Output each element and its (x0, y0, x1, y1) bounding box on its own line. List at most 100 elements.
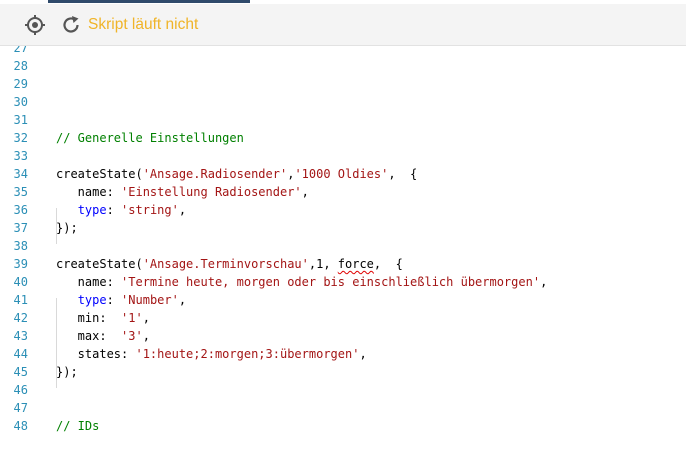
code-line[interactable]: 38 (0, 237, 686, 255)
code-text: name: 'Einstellung Radiosender', (56, 183, 309, 201)
code-token: force (337, 257, 374, 271)
code-token: : (106, 203, 122, 217)
line-number: 48 (13, 419, 28, 433)
code-token: 'Einstellung Radiosender' (121, 185, 302, 199)
code-text: // IDs (56, 417, 99, 435)
code-editor[interactable]: 27 28 29 30 31 32 // Generelle Einstellungen 33… (0, 46, 686, 454)
line-number: 47 (13, 401, 28, 415)
code-token: 'Number' (121, 293, 179, 307)
code-line[interactable]: 30 (0, 93, 686, 111)
code-line[interactable]: 42 min: '1', (0, 309, 686, 327)
code-line[interactable]: 39 createState('Ansage.Terminvorschau',1,… (0, 255, 686, 273)
code-line[interactable]: 37}); (0, 219, 686, 237)
code-line[interactable]: 36 type: 'string', (0, 201, 686, 219)
code-token: // Generelle Einstellungen (56, 131, 244, 145)
line-number: 46 (13, 383, 28, 397)
code-token: , (359, 347, 367, 361)
code-token: , (178, 293, 187, 307)
code-line[interactable]: 47 (0, 399, 686, 417)
code-token: , (540, 275, 548, 289)
line-number: 40 (13, 275, 28, 289)
code-text: }); (56, 363, 78, 381)
code-line[interactable]: 33 (0, 147, 686, 165)
code-token: , { (373, 257, 403, 271)
target-icon[interactable] (24, 14, 46, 36)
line-number: 30 (13, 95, 28, 109)
code-token: createState( (56, 257, 143, 271)
code-line[interactable]: 29 (0, 75, 686, 93)
line-number: 35 (13, 185, 28, 199)
code-line[interactable]: 28 (0, 57, 686, 75)
code-line[interactable]: 31 (0, 111, 686, 129)
code-text: }); (56, 219, 78, 237)
line-number: 39 (13, 257, 28, 271)
code-token: 'Termine heute, morgen oder bis einschli… (121, 275, 541, 289)
code-token: 'string' (121, 203, 179, 217)
code-token: max: (56, 329, 122, 343)
code-token: , (142, 329, 150, 343)
code-token: , (301, 185, 309, 199)
line-number: 42 (13, 311, 28, 325)
code-line[interactable]: 41 type: 'Number', (0, 291, 686, 309)
line-number: 43 (13, 329, 28, 343)
code-token: '1:heute;2:morgen;3:übermorgen' (135, 347, 360, 361)
line-number: 45 (13, 365, 28, 379)
line-number: 37 (13, 221, 28, 235)
code-line[interactable]: 40 name: 'Termine heute, morgen oder bis… (0, 273, 686, 291)
line-number: 34 (13, 167, 28, 181)
code-token: type (77, 203, 107, 217)
code-token: name: (56, 185, 122, 199)
line-number: 41 (13, 293, 28, 307)
code-token: '3' (121, 329, 143, 343)
line-number: 44 (13, 347, 28, 361)
code-token: }); (56, 221, 78, 235)
code-text: states: '1:heute;2:morgen;3:übermorgen', (56, 345, 367, 363)
code-text: // Generelle Einstellungen (56, 129, 244, 147)
code-token: min: (56, 311, 122, 325)
code-token: 'Ansage.Radiosender' (142, 167, 288, 181)
code-line[interactable]: 46 (0, 381, 686, 399)
code-token: , { (388, 167, 418, 181)
code-token: '1000 Oldies' (294, 167, 389, 181)
line-number: 36 (13, 203, 28, 217)
code-token: , (178, 203, 187, 217)
code-line[interactable]: 48 // IDs (0, 417, 686, 435)
code-text: type: 'string', (56, 201, 186, 219)
script-status-text: Skript läuft nicht (88, 16, 199, 33)
code-line[interactable]: 44 states: '1:heute;2:morgen;3:übermorge… (0, 345, 686, 363)
code-line[interactable]: 27 (0, 46, 686, 57)
code-line[interactable]: 32 // Generelle Einstellungen (0, 129, 686, 147)
line-number: 38 (13, 239, 28, 253)
line-number: 33 (13, 149, 28, 163)
code-line[interactable]: 35 name: 'Einstellung Radiosender', (0, 183, 686, 201)
code-line[interactable]: 43 max: '3', (0, 327, 686, 345)
code-token: // IDs (56, 419, 100, 433)
code-text: name: 'Termine heute, morgen oder bis ei… (56, 273, 548, 291)
code-text: max: '3', (56, 327, 150, 345)
code-token: 'Ansage.Terminvorschau' (142, 257, 309, 271)
script-toolbar: Skript läuft nicht (0, 4, 686, 46)
code-line[interactable]: 34 createState('Ansage.Radiosender','1000… (0, 165, 686, 183)
code-token: ,1, (308, 257, 338, 271)
code-text: min: '1', (56, 309, 150, 327)
line-number: 28 (13, 59, 28, 73)
code-text: type: 'Number', (56, 291, 186, 309)
code-token: }); (56, 365, 78, 379)
active-tab-indicator (48, 0, 250, 3)
line-number: 29 (13, 77, 28, 91)
code-token: , (142, 311, 150, 325)
code-token: '1' (121, 311, 143, 325)
code-token: type (77, 293, 107, 307)
code-line[interactable]: 45}); (0, 363, 686, 381)
line-number: 31 (13, 113, 28, 127)
code-token: : (106, 293, 122, 307)
code-token: createState( (56, 167, 143, 181)
code-text: createState('Ansage.Terminvorschau',1, f… (56, 255, 403, 273)
code-token: states: (56, 347, 136, 361)
line-number: 32 (13, 131, 28, 145)
code-text: createState('Ansage.Radiosender','1000 O… (56, 165, 417, 183)
line-number: 27 (13, 46, 28, 55)
reload-icon[interactable] (60, 14, 82, 36)
